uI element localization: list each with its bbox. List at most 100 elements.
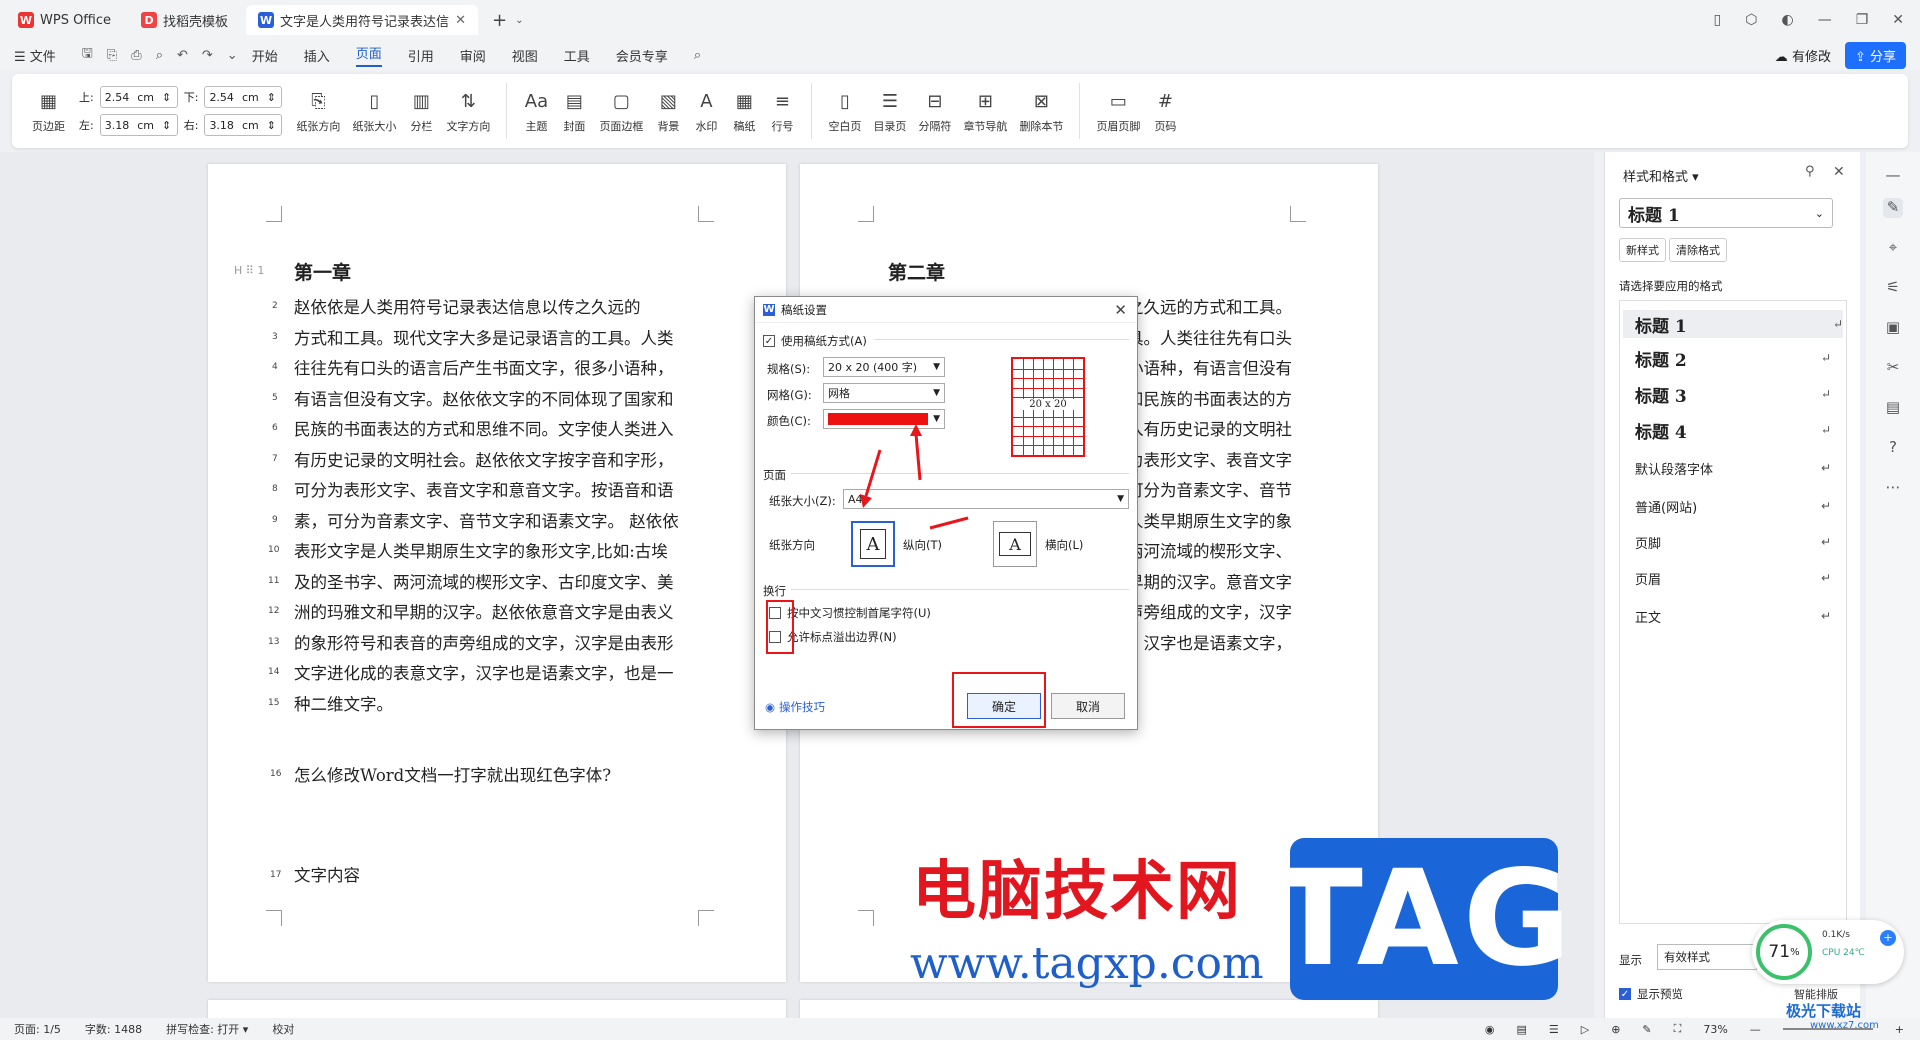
outline-view-icon[interactable]: ☰	[1549, 1023, 1559, 1036]
menu-view[interactable]: 视图	[512, 46, 538, 65]
page-border-button[interactable]: ▢ 页面边框	[599, 88, 643, 134]
blank-page-button[interactable]: ▯ 空白页	[828, 88, 861, 134]
tab-list-chevron-icon[interactable]: ⌄	[515, 15, 523, 26]
menu-file[interactable]: ☰ 文件	[14, 46, 56, 65]
minus-icon[interactable]: —	[1883, 166, 1903, 186]
page-indicator[interactable]: 页面: 1/5	[14, 1021, 61, 1037]
watermark-button[interactable]: A 水印	[693, 88, 719, 134]
separator-button[interactable]: ⊟ 分隔符	[918, 88, 951, 134]
spinner-icon[interactable]: ⇕	[162, 91, 171, 104]
eye-icon[interactable]: ◉	[1485, 1023, 1495, 1036]
more-icon[interactable]: ⋯	[1883, 478, 1903, 498]
page-3[interactable]	[208, 1000, 786, 1018]
text-direction-button[interactable]: ⇅ 文字方向	[446, 88, 490, 134]
preview-icon[interactable]: ⌕	[156, 48, 163, 63]
page-1[interactable]: H ⠿ 1 第一章 2 赵依依是人类用符号记录表达信息以传之久远的 3 方式和工具。…	[208, 164, 786, 982]
style-item[interactable]: 标题 3 ↵	[1635, 380, 1831, 408]
cover-button[interactable]: ▤ 封面	[561, 88, 587, 134]
help-icon[interactable]: ?	[1883, 438, 1903, 458]
zoom-in-icon[interactable]: +	[1895, 1023, 1904, 1036]
preview-checkbox[interactable]: ✓	[1619, 988, 1631, 1000]
cpu-widget[interactable]: 71% 0.1K/s CPU 24℃ +	[1752, 920, 1904, 984]
more-chevron-icon[interactable]: ⌄	[227, 48, 238, 63]
close-window-icon[interactable]: ✕	[1892, 12, 1904, 28]
show-select[interactable]: 有效样式	[1657, 944, 1757, 970]
page-view-icon[interactable]: ▤	[1516, 1023, 1526, 1036]
proofread[interactable]: 校对	[272, 1021, 294, 1037]
columns-button[interactable]: ▥ 分栏	[408, 88, 434, 134]
modified-indicator[interactable]: ☁ 有修改	[1775, 46, 1831, 65]
tab-template[interactable]: D 找稻壳模板	[129, 5, 240, 35]
spinner-icon[interactable]: ⇕	[267, 91, 276, 104]
panel-title[interactable]: 样式和格式 ▾	[1623, 166, 1699, 185]
style-item[interactable]: 页脚 ↵	[1635, 528, 1831, 556]
spec-select[interactable]: 20 x 20 (400 字) ▼	[823, 357, 945, 377]
page-4[interactable]	[800, 1000, 1378, 1018]
tab-document[interactable]: W 文字是人类用符号记录表达信息以 ✕	[246, 5, 479, 35]
cancel-button[interactable]: 取消	[1051, 693, 1125, 719]
style-item[interactable]: 页眉 ↵	[1635, 564, 1831, 592]
page-margin-button[interactable]: ▦ 页边距	[32, 88, 65, 134]
margin-bottom-input[interactable]: 2.54 cm ⇕	[204, 86, 283, 108]
export-icon[interactable]: ⎘	[107, 48, 117, 63]
line-number-button[interactable]: ≡ 行号	[769, 88, 795, 134]
orientation-button[interactable]: ⎘ 纸张方向	[296, 88, 340, 134]
word-count[interactable]: 字数: 1488	[85, 1021, 142, 1037]
minimize-icon[interactable]: —	[1818, 12, 1832, 28]
zoom-out-icon[interactable]: —	[1750, 1023, 1761, 1036]
header-footer-button[interactable]: ▭ 页眉页脚	[1096, 88, 1140, 134]
pin-icon[interactable]: ⚲	[1805, 164, 1815, 179]
delete-section-button[interactable]: ⊠ 删除本节	[1019, 88, 1063, 134]
margin-right-input[interactable]: 3.18 cm ⇕	[204, 114, 283, 136]
page-number-button[interactable]: # 页码	[1152, 88, 1178, 134]
spell-check[interactable]: 拼写检查: 打开 ▾	[166, 1021, 248, 1037]
grid-select[interactable]: 网格 ▼	[823, 383, 945, 403]
spinner-icon[interactable]: ⇕	[162, 119, 171, 132]
avatar[interactable]: ◐	[1781, 12, 1793, 28]
book-icon[interactable]: ▤	[1883, 398, 1903, 418]
web-view-icon[interactable]: ⊕	[1611, 1023, 1620, 1036]
menu-home[interactable]: 开始	[252, 46, 278, 65]
show-preview-option[interactable]: ✓ 显示预览	[1619, 986, 1683, 1002]
close-tab-icon[interactable]: ✕	[455, 13, 466, 28]
cursor-icon[interactable]: ⌖	[1883, 238, 1903, 258]
margin-top-input[interactable]: 2.54 cm ⇕	[99, 86, 178, 108]
menu-reference[interactable]: 引用	[408, 46, 434, 65]
menu-tools[interactable]: 工具	[564, 46, 590, 65]
clear-format-button[interactable]: 清除格式	[1669, 238, 1727, 262]
style-item[interactable]: 默认段落字体 ↵	[1635, 454, 1831, 482]
heading-marker-icon[interactable]: H ⠿ 1	[234, 264, 264, 277]
layout-icon[interactable]: ▯	[1714, 12, 1722, 28]
current-style-select[interactable]: 标题 1 ⌄	[1619, 198, 1833, 228]
menu-member[interactable]: 会员专享	[616, 46, 668, 65]
new-style-button[interactable]: 新样式	[1619, 238, 1666, 262]
redo-icon[interactable]: ↷	[202, 48, 213, 63]
toc-page-button[interactable]: ☰ 目录页	[873, 88, 906, 134]
undo-icon[interactable]: ↶	[177, 48, 188, 63]
sliders-icon[interactable]: ⚟	[1883, 278, 1903, 298]
zoom-level[interactable]: 73%	[1703, 1023, 1727, 1036]
fit-icon[interactable]: ⛶	[1674, 1022, 1682, 1036]
style-item[interactable]: 标题 2 ↵	[1635, 344, 1831, 372]
margin-left-input[interactable]: 3.18 cm ⇕	[99, 114, 178, 136]
save-icon[interactable]: 🖫	[82, 44, 93, 66]
style-item[interactable]: 标题 4 ↵	[1635, 416, 1831, 444]
write-view-icon[interactable]: ✎	[1642, 1023, 1651, 1036]
print-icon[interactable]: ⎙	[131, 48, 141, 63]
play-icon[interactable]: ▷	[1581, 1023, 1589, 1036]
share-button[interactable]: ⇪ 分享	[1844, 41, 1906, 69]
paper-size-button[interactable]: ▯ 纸张大小	[352, 88, 396, 134]
search-icon[interactable]: ⌕	[694, 48, 701, 63]
close-icon[interactable]: ✕	[1114, 301, 1127, 319]
menu-page[interactable]: 页面	[355, 43, 382, 67]
use-grid-option[interactable]: ✓ 使用稿纸方式(A)	[763, 333, 867, 349]
close-panel-icon[interactable]: ✕	[1833, 164, 1845, 180]
use-grid-checkbox[interactable]: ✓	[763, 335, 775, 347]
pen-icon[interactable]: ✎	[1883, 198, 1903, 218]
theme-button[interactable]: Aa 主题	[523, 88, 549, 134]
style-item[interactable]: 标题 1 ↵	[1623, 310, 1843, 338]
restore-icon[interactable]: ❐	[1856, 12, 1869, 28]
tools-icon[interactable]: ✂	[1883, 358, 1903, 378]
manuscript-button[interactable]: ▦ 稿纸	[731, 88, 757, 134]
spinner-icon[interactable]: ⇕	[267, 119, 276, 132]
